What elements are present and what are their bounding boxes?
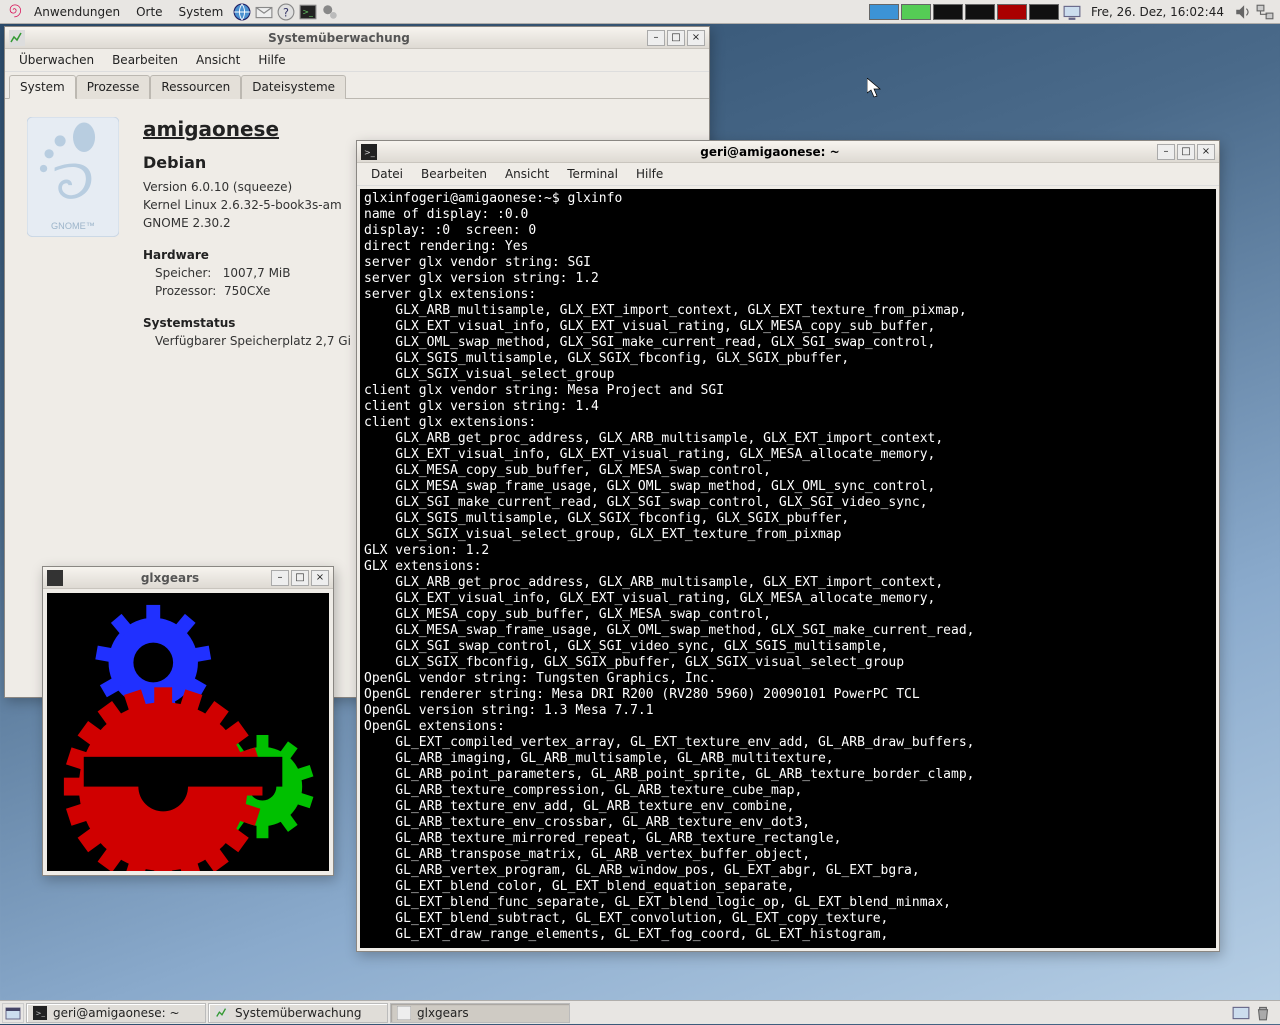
terminal-window: >_ geri@amigaonese: ~ – □ × Datei Bearbe… [356,140,1220,952]
task-label: Systemüberwachung [235,1006,362,1020]
hardware-header: Hardware [143,248,351,262]
glxgears-titlebar[interactable]: glxgears – □ × [43,567,333,589]
show-desktop-button[interactable] [2,1003,24,1023]
top-panel: Anwendungen Orte System ? >_ Fre, 26. De… [0,0,1280,24]
status-header: Systemstatus [143,316,351,330]
sysmon-menubar: Überwachen Bearbeiten Ansicht Hilfe [5,49,709,72]
svg-text:>_: >_ [303,7,314,16]
menu-terminal[interactable]: Terminal [559,165,626,183]
browser-icon[interactable] [233,3,251,21]
task-label: glxgears [417,1006,469,1020]
close-button[interactable]: × [687,30,705,46]
menu-bearbeiten[interactable]: Bearbeiten [413,165,495,183]
hostname-heading: amigaonese [143,117,351,141]
workspace-6[interactable] [1029,4,1059,20]
close-button[interactable]: × [1197,144,1215,160]
glxgears-app-icon [47,570,63,586]
svg-text:>_: >_ [364,148,376,157]
maximize-button[interactable]: □ [1177,144,1195,160]
network-icon[interactable] [1256,3,1274,21]
menu-applications[interactable]: Anwendungen [28,3,126,21]
maximize-button[interactable]: □ [291,570,309,586]
workspace-switcher[interactable] [869,4,1059,20]
maximize-button[interactable]: □ [667,30,685,46]
gnome-logo-icon: GNOME™ [27,117,119,352]
mail-icon[interactable] [255,3,273,21]
tray-icon[interactable] [1232,1004,1250,1022]
sysmon-title: Systemüberwachung [31,31,647,45]
cpu-label: Prozessor: [155,284,216,298]
launcher-settings-icon[interactable] [321,3,339,21]
svg-text:?: ? [283,6,289,19]
menu-system[interactable]: System [173,3,230,21]
version-line: Version 6.0.10 (squeeze) [143,180,351,194]
glxgears-canvas [47,593,329,871]
terminal-title: geri@amigaonese: ~ [383,145,1157,159]
sysmon-titlebar[interactable]: Systemüberwachung – □ × [5,27,709,49]
launcher-terminal-icon[interactable]: >_ [299,3,317,21]
trash-icon[interactable] [1254,1004,1272,1022]
tab-filesystems[interactable]: Dateisysteme [241,75,346,99]
mem-value: 1007,7 MiB [223,266,291,280]
kernel-line: Kernel Linux 2.6.32-5-book3s-am [143,198,351,212]
tab-system[interactable]: System [9,75,76,99]
distro-heading: Debian [143,153,351,172]
minimize-button[interactable]: – [647,30,665,46]
clock[interactable]: Fre, 26. Dez, 16:02:44 [1085,5,1230,19]
tab-resources[interactable]: Ressourcen [150,75,241,99]
task-terminal[interactable]: >_ geri@amigaonese: ~ [26,1003,206,1023]
volume-icon[interactable] [1234,3,1252,21]
task-sysmon[interactable]: Systemüberwachung [208,1003,388,1023]
glxgears-window: glxgears – □ × [42,566,334,876]
mem-label: Speicher: [155,266,211,280]
menu-ansicht[interactable]: Ansicht [497,165,557,183]
bottom-panel: >_ geri@amigaonese: ~ Systemüberwachung … [0,1000,1280,1024]
minimize-button[interactable]: – [271,570,289,586]
workspace-1[interactable] [869,4,899,20]
workspace-4[interactable] [965,4,995,20]
terminal-menubar: Datei Bearbeiten Ansicht Terminal Hilfe [357,163,1219,186]
disk-line: Verfügbarer Speicherplatz 2,7 Gi [155,334,351,348]
minimize-button[interactable]: – [1157,144,1175,160]
tab-processes[interactable]: Prozesse [76,75,151,99]
terminal-output[interactable]: glxinfogeri@amigaonese:~$ glxinfo name o… [360,189,1216,948]
svg-text:GNOME™: GNOME™ [51,221,95,231]
menu-bearbeiten[interactable]: Bearbeiten [104,51,186,69]
gnome-line: GNOME 2.30.2 [143,216,351,230]
menu-ueberwachen[interactable]: Überwachen [11,51,102,69]
monitor-applet-icon[interactable] [1063,3,1081,21]
help-icon[interactable]: ? [277,3,295,21]
menu-datei[interactable]: Datei [363,165,411,183]
svg-text:>_: >_ [36,1009,46,1017]
task-label: geri@amigaonese: ~ [53,1006,180,1020]
workspace-2[interactable] [901,4,931,20]
terminal-titlebar[interactable]: >_ geri@amigaonese: ~ – □ × [357,141,1219,163]
workspace-5[interactable] [997,4,1027,20]
terminal-app-icon: >_ [361,144,377,160]
mouse-cursor-icon [867,78,881,101]
close-button[interactable]: × [311,570,329,586]
menu-places[interactable]: Orte [130,3,168,21]
menu-ansicht[interactable]: Ansicht [188,51,248,69]
menu-hilfe[interactable]: Hilfe [628,165,671,183]
workspace-3[interactable] [933,4,963,20]
debian-swirl-icon [6,3,24,21]
glxgears-title: glxgears [69,571,271,585]
menu-hilfe[interactable]: Hilfe [250,51,293,69]
cpu-value: 750CXe [224,284,270,298]
task-glxgears[interactable]: glxgears [390,1003,570,1023]
sysmon-app-icon [9,30,25,46]
